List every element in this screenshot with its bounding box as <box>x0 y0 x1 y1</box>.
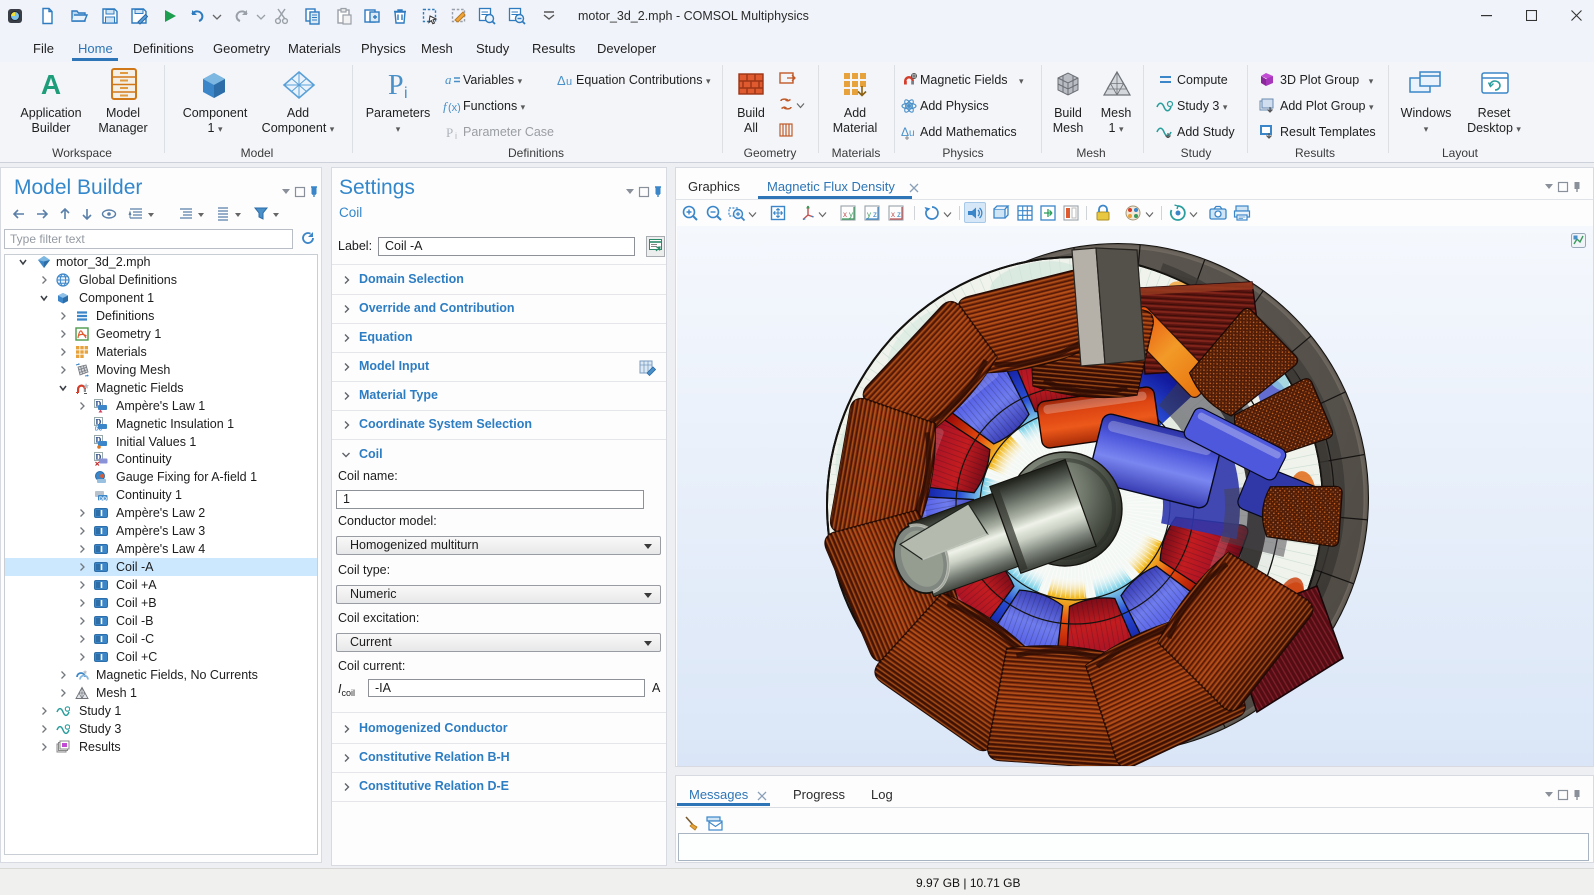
svg-text:DD: DD <box>99 497 107 503</box>
svg-text:u: u <box>909 128 915 139</box>
svg-text:Δ: Δ <box>557 73 566 87</box>
svg-text:i: i <box>404 85 408 100</box>
svg-text:x: x <box>843 210 847 219</box>
svg-text:DC: DC <box>95 427 103 432</box>
svg-text:P: P <box>446 125 453 139</box>
svg-text:y: y <box>867 210 871 219</box>
svg-text:P: P <box>388 70 404 100</box>
svg-text:i: i <box>455 131 457 139</box>
svg-text:x: x <box>891 210 895 219</box>
svg-text:A: A <box>41 70 61 100</box>
svg-text:z: z <box>897 210 901 219</box>
svg-text:Δ: Δ <box>901 125 909 139</box>
svg-text:z: z <box>873 210 877 219</box>
svg-text:y: y <box>849 210 853 219</box>
svg-text:(x): (x) <box>448 102 461 113</box>
svg-text:u: u <box>566 76 572 87</box>
svg-text:a: a <box>445 73 452 87</box>
